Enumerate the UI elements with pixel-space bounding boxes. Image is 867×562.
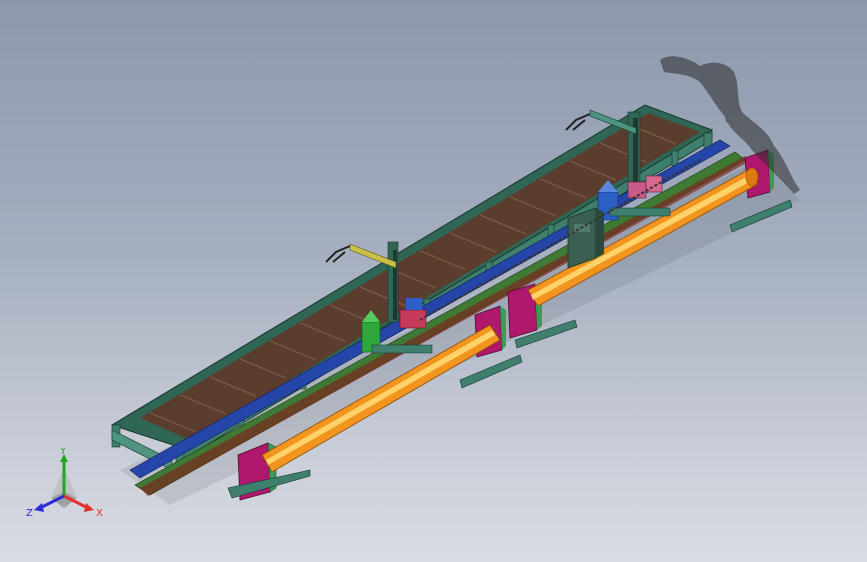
z-axis-arrow (34, 503, 44, 512)
x-axis-arrow (84, 503, 94, 512)
cad-viewport[interactable]: Y X Z (0, 0, 867, 562)
assembly-model[interactable] (0, 0, 867, 562)
y-axis-label: Y (59, 448, 67, 457)
welding-torch-arm-left[interactable] (325, 245, 351, 263)
roller-conveyor[interactable] (110, 104, 714, 471)
welding-torch-arm-right[interactable] (565, 113, 591, 131)
track-rails[interactable] (129, 139, 748, 496)
z-axis-label: Z (26, 508, 33, 519)
x-axis-label: X (96, 508, 103, 519)
axis-triad[interactable]: Y X Z (26, 448, 106, 520)
